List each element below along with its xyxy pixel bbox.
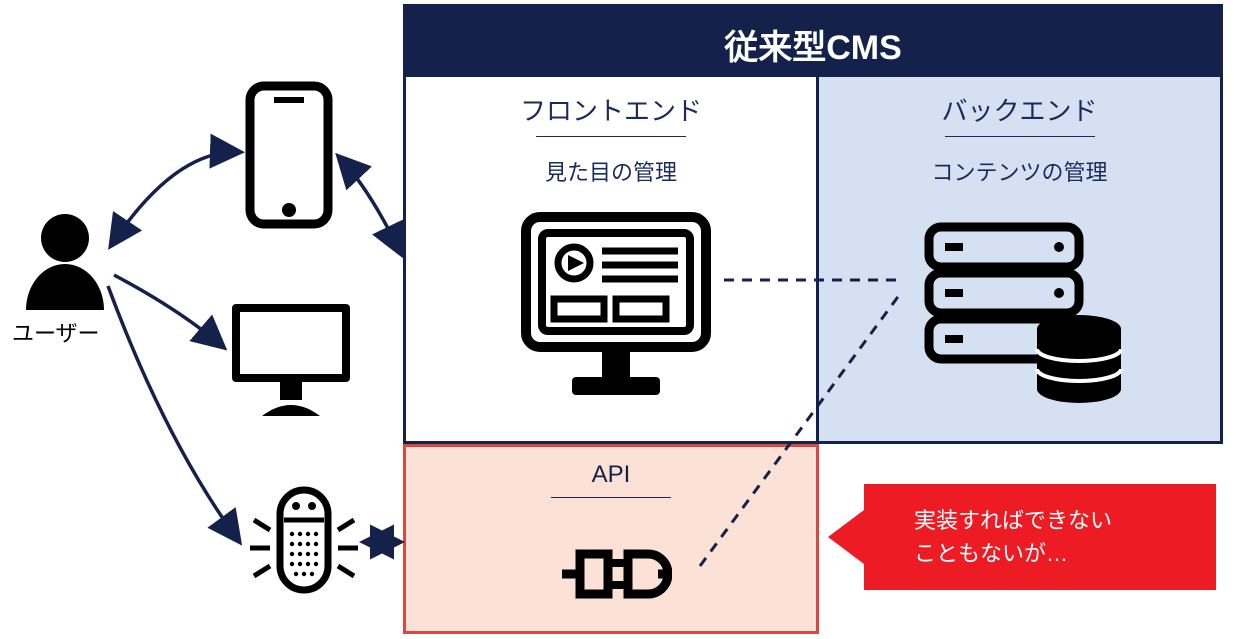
server-database-icon [919,217,1129,407]
frontend-underline [536,136,686,137]
frontend-title: フロントエンド [406,77,816,128]
backend-panel: バックエンド コンテンツの管理 [819,74,1223,444]
api-title: API [406,447,816,489]
smart-speaker-icon [244,480,364,610]
frontend-panel: フロントエンド 見た目の管理 [403,74,819,444]
smartphone-icon [244,80,334,230]
backend-subtitle: コンテンツの管理 [819,155,1220,187]
cms-header: 従来型CMS [403,4,1223,85]
callout-box: 実装すればできない こともないが… [864,484,1216,590]
backend-title: バックエンド [819,77,1220,128]
user-icon [20,210,110,310]
backend-underline [945,136,1095,137]
callout-line2: こともないが… [914,537,1186,570]
api-panel: API [403,444,819,634]
callout-line1: 実装すればできない [914,504,1186,537]
frontend-subtitle: 見た目の管理 [406,155,816,187]
desktop-icon [226,298,356,418]
header-title: 従来型CMS [724,29,902,67]
monitor-play-icon [516,207,716,407]
user-label: ユーザー [12,316,100,348]
api-underline [551,497,671,498]
plug-icon [562,547,672,602]
